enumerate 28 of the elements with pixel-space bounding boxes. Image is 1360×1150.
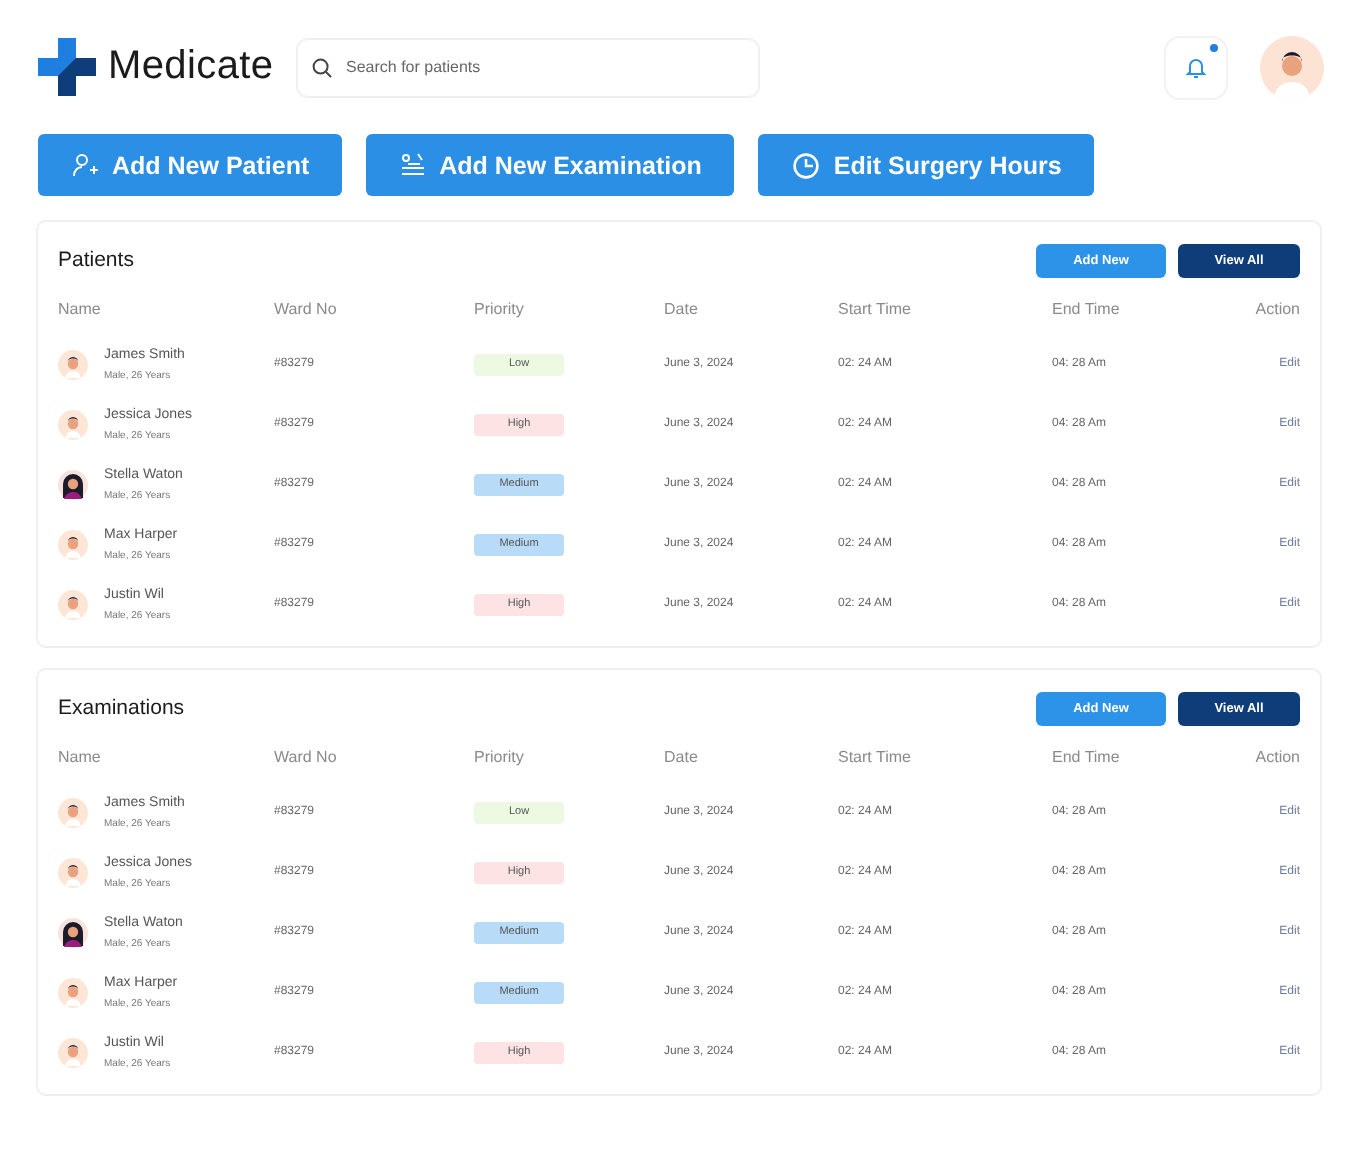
action-button[interactable]: Add New Patient bbox=[38, 134, 342, 196]
column-header: End Time bbox=[1052, 747, 1122, 765]
bell-icon bbox=[1184, 55, 1208, 79]
clock-icon bbox=[791, 151, 820, 179]
search-icon bbox=[312, 57, 332, 77]
column-header: Priority bbox=[474, 747, 526, 765]
column-header: Name bbox=[58, 299, 103, 317]
column-header: Date bbox=[664, 299, 700, 317]
notification-button[interactable] bbox=[1164, 35, 1228, 99]
section-title: Examinations bbox=[58, 696, 185, 720]
column-header: Start Time bbox=[838, 299, 913, 317]
cross-logo-icon bbox=[38, 38, 96, 96]
logo-text: Medicate bbox=[108, 44, 274, 90]
column-header: Name bbox=[58, 747, 103, 765]
section-title: Patients bbox=[58, 248, 134, 272]
column-header: Action bbox=[1253, 747, 1300, 765]
column-header: Start Time bbox=[838, 747, 913, 765]
column-header: Action bbox=[1253, 299, 1300, 317]
user-avatar[interactable] bbox=[1260, 35, 1324, 99]
column-header: End Time bbox=[1052, 299, 1122, 317]
column-header: Date bbox=[664, 747, 700, 765]
column-header: Priority bbox=[474, 299, 526, 317]
action-button[interactable]: Add New Examination bbox=[365, 134, 734, 196]
column-header: Ward No bbox=[274, 299, 339, 317]
search-field[interactable]: Search for patients bbox=[296, 37, 760, 97]
action-button[interactable]: Edit Surgery Hours bbox=[757, 134, 1094, 196]
column-header: Ward No bbox=[274, 747, 339, 765]
person-add-icon bbox=[72, 152, 98, 178]
